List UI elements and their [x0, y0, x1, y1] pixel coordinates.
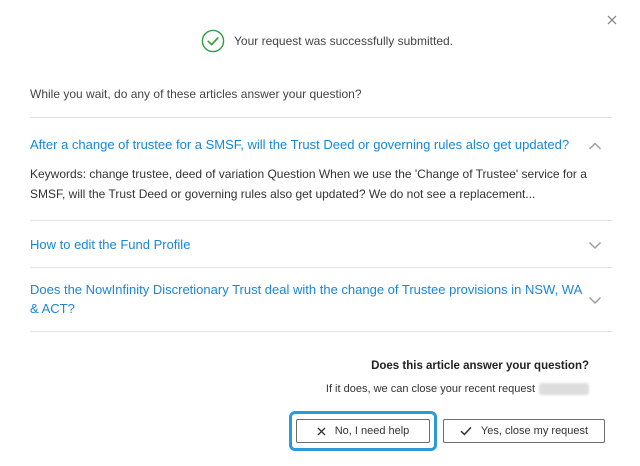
success-banner: Your request was successfully submitted.: [0, 28, 640, 54]
article-title-link[interactable]: Does the NowInfinity Discretionary Trust…: [30, 280, 582, 318]
feedback-info: If it does, we can close your recent req…: [326, 383, 589, 395]
article-item: After a change of trustee for a SMSF, wi…: [30, 117, 612, 220]
chevron-down-icon[interactable]: [588, 295, 602, 305]
no-button-label: No, I need help: [334, 425, 410, 437]
article-title-link[interactable]: After a change of trustee for a SMSF, wi…: [30, 135, 582, 154]
close-icon: [604, 12, 620, 28]
article-header[interactable]: How to edit the Fund Profile: [30, 221, 612, 267]
article-title-link[interactable]: How to edit the Fund Profile: [30, 235, 190, 254]
article-header[interactable]: After a change of trustee for a SMSF, wi…: [30, 118, 612, 155]
chevron-up-icon[interactable]: [588, 141, 602, 151]
checkmark-icon: [460, 426, 472, 436]
chevron-down-icon[interactable]: [588, 240, 602, 250]
request-submitted-dialog: Your request was successfully submitted.…: [0, 0, 640, 466]
yes-close-request-button[interactable]: Yes, close my request: [443, 419, 605, 443]
feedback-info-text: If it does, we can close your recent req…: [325, 383, 535, 395]
article-header[interactable]: Does the NowInfinity Discretionary Trust…: [30, 268, 612, 331]
article-excerpt: Keywords: change trustee, deed of variat…: [30, 167, 587, 201]
article-list: After a change of trustee for a SMSF, wi…: [30, 117, 612, 332]
success-message: Your request was successfully submitted.: [234, 34, 453, 48]
check-circle-icon: [201, 29, 225, 53]
redacted-request-id: [539, 383, 589, 395]
articles-intro: While you wait, do any of these articles…: [30, 87, 362, 101]
x-icon: [317, 427, 326, 436]
yes-button-label: Yes, close my request: [480, 425, 589, 437]
no-need-help-button[interactable]: No, I need help: [296, 419, 430, 443]
article-item: Does the NowInfinity Discretionary Trust…: [30, 267, 612, 332]
article-item: How to edit the Fund Profile: [30, 220, 612, 267]
close-button[interactable]: [604, 12, 620, 28]
feedback-question: Does this article answer your question?: [371, 360, 589, 372]
